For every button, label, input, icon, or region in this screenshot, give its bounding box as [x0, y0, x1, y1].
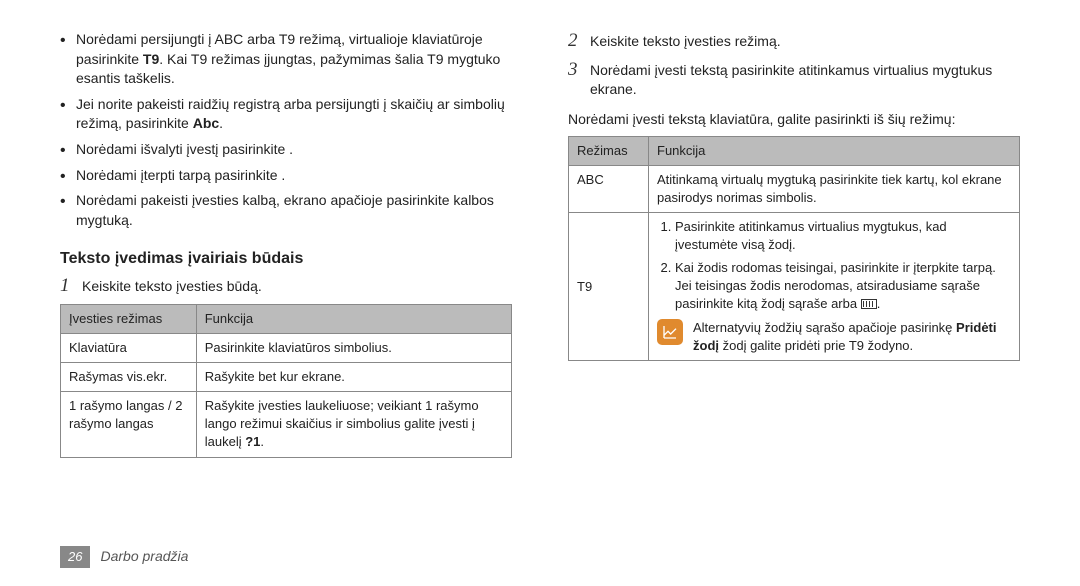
list-item: Norėdami išvalyti įvestį pasirinkite . — [60, 140, 512, 160]
list-item: Pasirinkite atitinkamus virtualius mygtu… — [675, 218, 1011, 254]
list-item: Norėdami įterpti tarpą pasirinkite . — [60, 166, 512, 186]
right-column: 2 Keiskite teksto įvesties režimą. 3 Nor… — [568, 30, 1020, 458]
page-number: 26 — [60, 546, 90, 568]
list-item: Norėdami pakeisti įvesties kalbą, ekrano… — [60, 191, 512, 230]
step-text: Norėdami įvesti tekstą pasirinkite atiti… — [590, 59, 1020, 100]
input-mode-table: Įvesties režimas Funkcija Klaviatūra Pas… — [60, 304, 512, 458]
list-item: Kai žodis rodomas teisingai, pasirinkite… — [675, 259, 1011, 314]
list-item: Norėdami persijungti į ABC arba T9 režim… — [60, 30, 512, 89]
table-cell: Atitinkamą virtualų mygtuką pasirinkite … — [649, 165, 1020, 212]
table-header: Funkcija — [649, 136, 1020, 165]
footer: 26 Darbo pradžia — [60, 546, 188, 568]
note-icon — [657, 319, 683, 345]
table-cell: T9 — [569, 213, 649, 361]
table-header: Įvesties režimas — [61, 304, 197, 333]
step-text: Keiskite teksto įvesties režimą. — [590, 30, 781, 53]
table-cell: Rašymas vis.ekr. — [61, 362, 197, 391]
step-number: 1 — [60, 275, 82, 298]
step-1: 1 Keiskite teksto įvesties būdą. — [60, 275, 512, 298]
section-heading: Teksto įvedimas įvairiais būdais — [60, 248, 512, 270]
table-cell: Rašykite įvesties laukeliuose; veikiant … — [196, 392, 511, 458]
bullet-list-left: Norėdami persijungti į ABC arba T9 režim… — [60, 30, 512, 230]
left-column: Norėdami persijungti į ABC arba T9 režim… — [60, 30, 512, 458]
step-text: Keiskite teksto įvesties būdą. — [82, 275, 262, 298]
step-number: 3 — [568, 59, 590, 100]
note-box: Alternatyvių žodžių sąrašo apačioje pasi… — [657, 319, 1011, 355]
table-cell: Klaviatūra — [61, 333, 197, 362]
table-header: Funkcija — [196, 304, 511, 333]
section-name: Darbo pradžia — [100, 547, 188, 567]
paragraph: Norėdami įvesti tekstą klaviatūra, galit… — [568, 110, 1020, 130]
note-text: Alternatyvių žodžių sąrašo apačioje pasi… — [693, 319, 1011, 355]
table-cell: Rašykite bet kur ekrane. — [196, 362, 511, 391]
step-3: 3 Norėdami įvesti tekstą pasirinkite ati… — [568, 59, 1020, 100]
table-header: Režimas — [569, 136, 649, 165]
table-cell: Pasirinkite klaviatūros simbolius. — [196, 333, 511, 362]
table-cell: 1 rašymo langas / 2 rašymo langas — [61, 392, 197, 458]
table-cell: ABC — [569, 165, 649, 212]
mode-table: Režimas Funkcija ABC Atitinkamą virtualų… — [568, 136, 1020, 362]
keyboard-icon — [861, 299, 877, 309]
step-number: 2 — [568, 30, 590, 53]
list-item: Jei norite pakeisti raidžių registrą arb… — [60, 95, 512, 134]
step-2: 2 Keiskite teksto įvesties režimą. — [568, 30, 1020, 53]
table-cell: Pasirinkite atitinkamus virtualius mygtu… — [649, 213, 1020, 361]
